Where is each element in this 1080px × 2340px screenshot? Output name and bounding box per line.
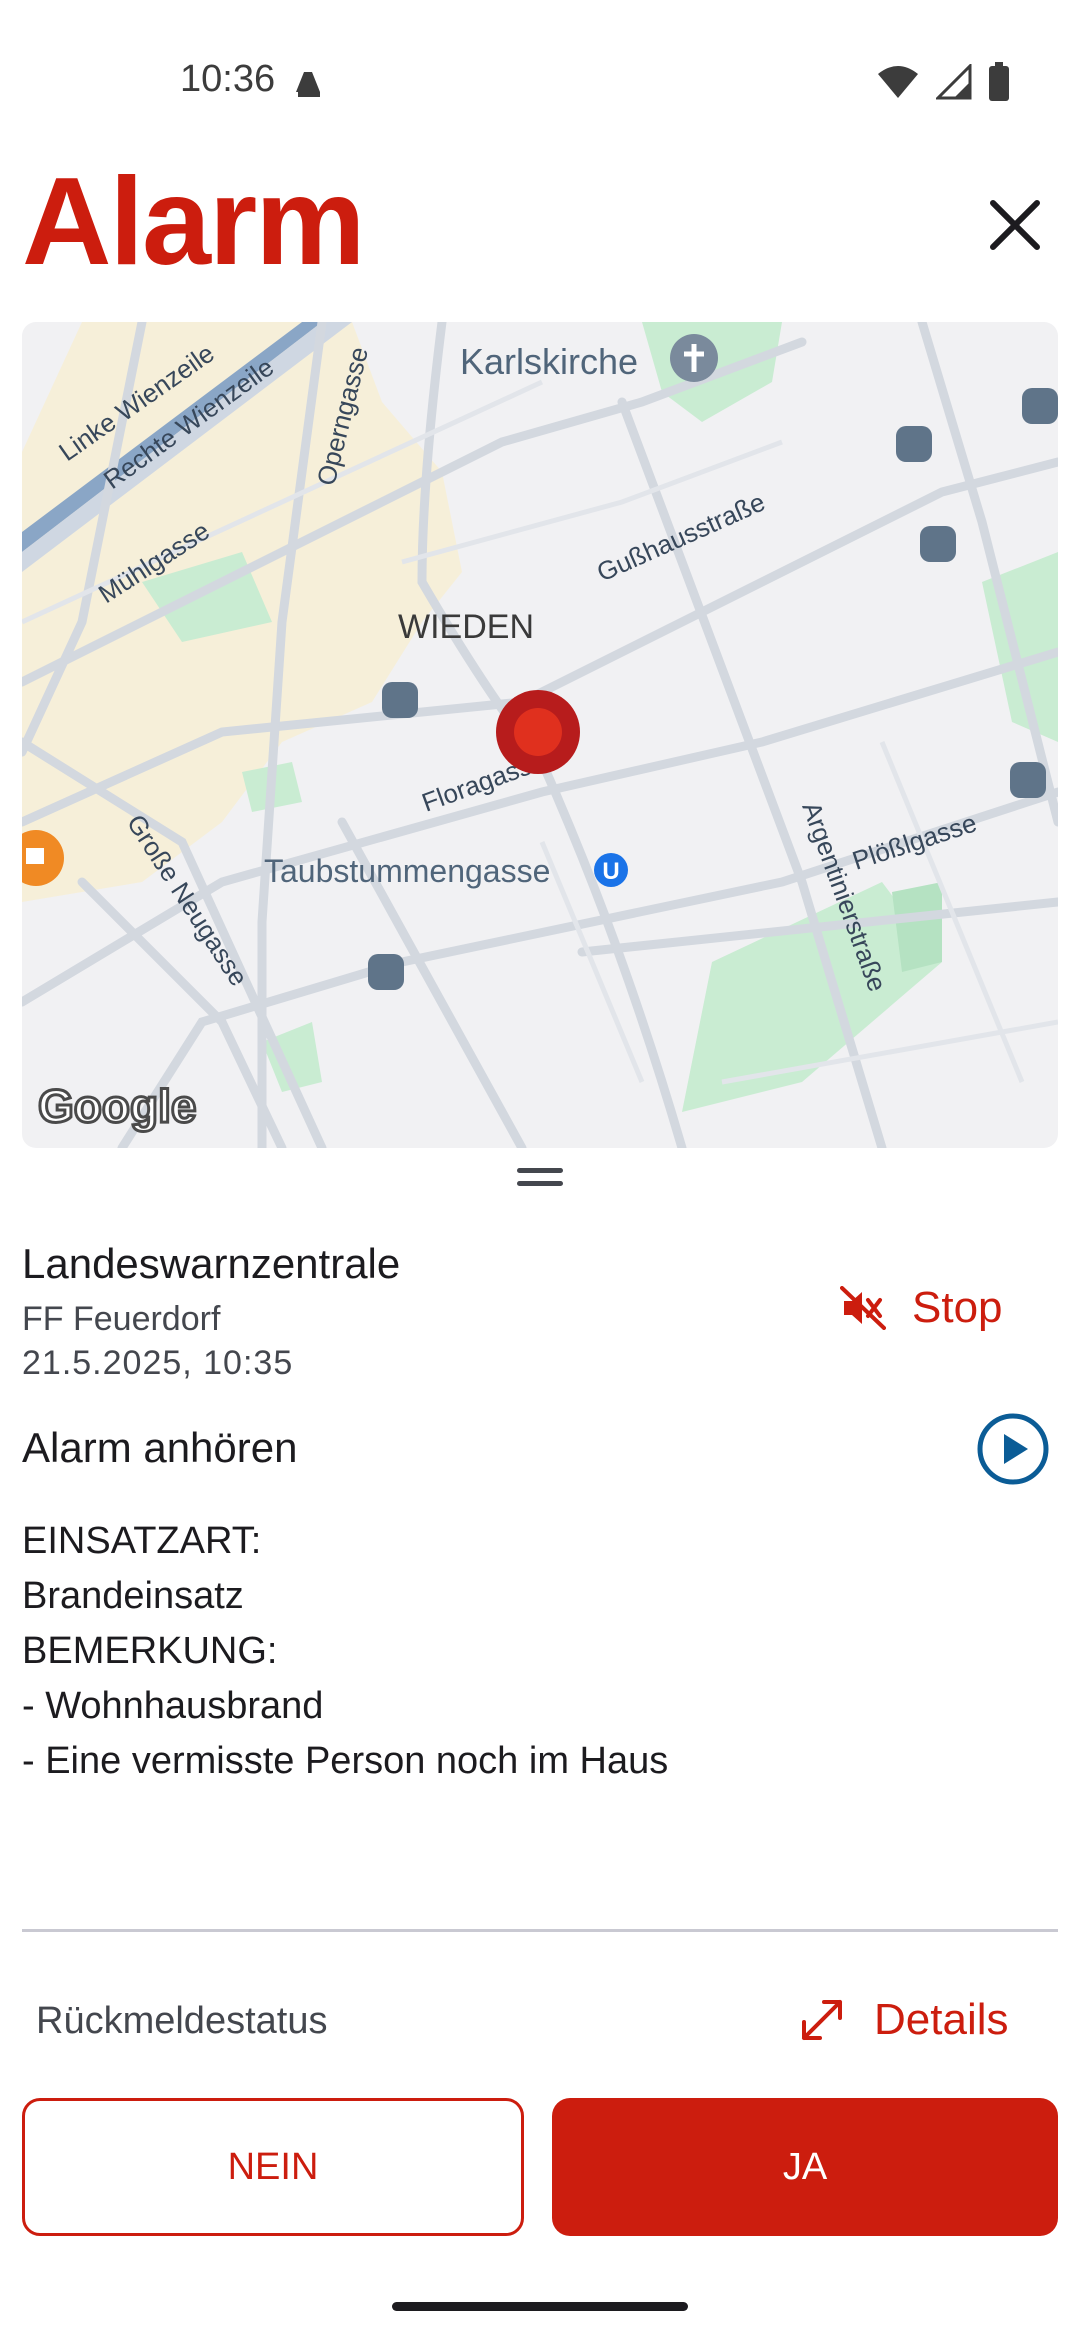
battery-icon (989, 62, 1009, 101)
transit-icon (1022, 388, 1058, 424)
transit-icon (368, 954, 404, 990)
alarm-sender: Landeswarnzentrale (22, 1240, 401, 1287)
svg-text:U: U (602, 858, 619, 885)
status-icons (876, 60, 1010, 104)
close-button[interactable] (985, 195, 1045, 255)
location-marker[interactable] (496, 690, 580, 774)
map-label: Taubstummengasse (264, 853, 550, 889)
message-line: EINSATZART: (22, 1520, 262, 1562)
details-button[interactable]: Details (800, 1990, 1009, 2050)
message-line: - Wohnhausbrand (22, 1685, 324, 1727)
signal-icon (936, 64, 972, 100)
map-view[interactable]: U Karlskirche Linke Wienzeile Rechte Wie… (22, 322, 1058, 1148)
status-time: 10:36 (180, 58, 276, 100)
mute-icon (840, 1286, 886, 1330)
notification-icon (290, 62, 326, 102)
no-button[interactable]: NEIN (22, 2098, 524, 2236)
map-label: Karlskirche (460, 341, 638, 382)
transit-icon (1010, 762, 1046, 798)
transit-icon (896, 426, 932, 462)
subway-icon: U (594, 853, 628, 887)
google-logo: Google (38, 1080, 196, 1132)
message-line: - Eine vermisste Person noch im Haus (22, 1740, 669, 1782)
stop-button[interactable]: Stop (840, 1278, 1003, 1338)
yes-button[interactable]: JA (552, 2098, 1058, 2236)
stop-label: Stop (912, 1283, 1003, 1332)
play-icon (977, 1413, 1049, 1485)
close-icon (990, 200, 1040, 250)
home-indicator[interactable] (392, 2302, 688, 2311)
message-line: BEMERKUNG: (22, 1630, 278, 1672)
listen-label: Alarm anhören (22, 1424, 298, 1471)
map-label: WIEDEN (398, 608, 534, 646)
transit-icon (920, 526, 956, 562)
feedback-status-label: Rückmeldestatus (36, 2000, 328, 2042)
page-title: Alarm (22, 153, 365, 291)
details-label: Details (874, 1995, 1009, 2044)
alarm-unit: FF Feuerdorf (22, 1300, 221, 1338)
alarm-datetime: 21.5.2025, 10:35 (22, 1344, 294, 1382)
transit-icon (382, 682, 418, 718)
drag-handle[interactable] (517, 1168, 563, 1190)
divider (22, 1929, 1058, 1932)
church-icon (670, 334, 718, 382)
wifi-icon (878, 66, 918, 98)
play-button[interactable] (976, 1412, 1050, 1486)
message-line: Brandeinsatz (22, 1575, 244, 1617)
expand-icon (802, 2000, 842, 2040)
